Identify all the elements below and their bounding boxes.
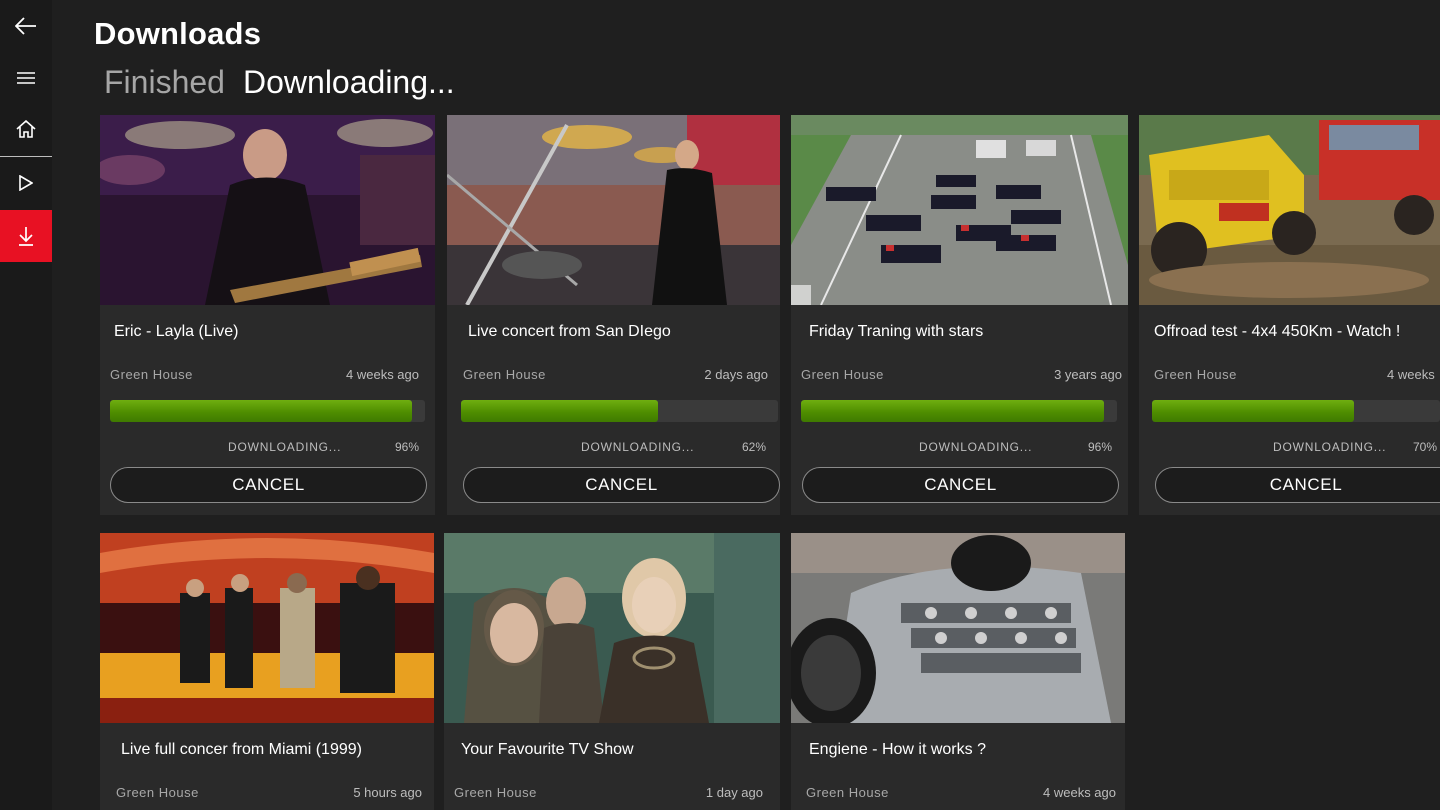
video-age: 1 day ago	[705, 785, 763, 800]
play-icon	[19, 175, 33, 191]
video-thumbnail[interactable]	[447, 115, 780, 305]
video-age: 4 weeks ago	[1043, 785, 1116, 800]
download-card[interactable]: Live full concer from Miami (1999) Green…	[100, 533, 434, 810]
channel-name: Green House	[463, 367, 546, 382]
nav-home[interactable]	[0, 103, 52, 155]
download-percent: 96%	[394, 440, 419, 454]
video-thumbnail[interactable]	[444, 533, 780, 723]
video-title: Live full concer from Miami (1999)	[121, 741, 362, 758]
download-card[interactable]: Offroad test - 4x4 450Km - Watch ! Green…	[1139, 115, 1440, 515]
back-button[interactable]	[0, 0, 52, 52]
channel-name: Green House	[116, 785, 199, 800]
channel-name: Green House	[1154, 367, 1237, 382]
download-progress-bar	[1152, 400, 1440, 422]
download-status: DOWNLOADING...	[1273, 440, 1387, 454]
video-title: Eric - Layla (Live)	[114, 323, 239, 340]
tab-downloading[interactable]: Downloading...	[243, 64, 455, 101]
download-progress-fill	[110, 400, 413, 422]
video-thumbnail[interactable]	[791, 533, 1125, 723]
download-status: DOWNLOADING...	[919, 440, 1033, 454]
video-title: Live concert from San DIego	[468, 323, 671, 340]
hamburger-menu-icon	[17, 72, 35, 84]
home-icon	[16, 120, 36, 138]
video-thumbnail[interactable]	[100, 115, 435, 305]
download-status: DOWNLOADING...	[228, 440, 342, 454]
download-card[interactable]: Eric - Layla (Live) Green House 4 weeks …	[100, 115, 435, 515]
video-title: Engiene - How it works ?	[809, 741, 986, 758]
download-card[interactable]: Friday Traning with stars Green House 3 …	[791, 115, 1128, 515]
video-title: Friday Traning with stars	[809, 323, 984, 340]
download-icon	[18, 226, 34, 246]
video-age: 2 days ago	[704, 367, 768, 382]
download-percent: 62%	[741, 440, 766, 454]
cancel-button[interactable]: CANCEL	[802, 467, 1119, 503]
nav-sidebar	[0, 0, 52, 810]
video-thumbnail[interactable]	[791, 115, 1128, 305]
video-age: 5 hours ago	[353, 785, 422, 800]
download-percent: 96%	[1087, 440, 1112, 454]
video-age: 4 weeks	[1387, 367, 1435, 382]
download-card[interactable]: Live concert from San DIego Green House …	[447, 115, 780, 515]
download-status: DOWNLOADING...	[581, 440, 695, 454]
cancel-button[interactable]: CANCEL	[1155, 467, 1440, 503]
back-arrow-icon	[15, 17, 37, 35]
video-age: 3 years ago	[1054, 367, 1122, 382]
download-progress-bar	[110, 400, 425, 422]
cancel-button[interactable]: CANCEL	[463, 467, 780, 503]
channel-name: Green House	[110, 367, 193, 382]
nav-play[interactable]	[0, 157, 52, 209]
download-card[interactable]: Your Favourite TV Show Green House 1 day…	[444, 533, 780, 810]
menu-button[interactable]	[0, 52, 52, 104]
download-progress-fill	[801, 400, 1105, 422]
download-progress-bar	[461, 400, 778, 422]
download-progress-fill	[461, 400, 658, 422]
download-percent: 70%	[1413, 440, 1438, 454]
nav-downloads[interactable]	[0, 210, 52, 262]
video-thumbnail[interactable]	[100, 533, 434, 723]
video-age: 4 weeks ago	[346, 367, 419, 382]
download-card[interactable]: Engiene - How it works ? Green House 4 w…	[791, 533, 1125, 810]
video-title: Your Favourite TV Show	[461, 741, 634, 758]
download-progress-bar	[801, 400, 1117, 422]
channel-name: Green House	[454, 785, 537, 800]
download-progress-fill	[1152, 400, 1354, 422]
video-thumbnail[interactable]	[1139, 115, 1440, 305]
channel-name: Green House	[806, 785, 889, 800]
channel-name: Green House	[801, 367, 884, 382]
tab-finished[interactable]: Finished	[104, 64, 225, 101]
video-title: Offroad test - 4x4 450Km - Watch !	[1154, 323, 1401, 340]
cancel-button[interactable]: CANCEL	[110, 467, 427, 503]
page-title: Downloads	[94, 16, 262, 51]
